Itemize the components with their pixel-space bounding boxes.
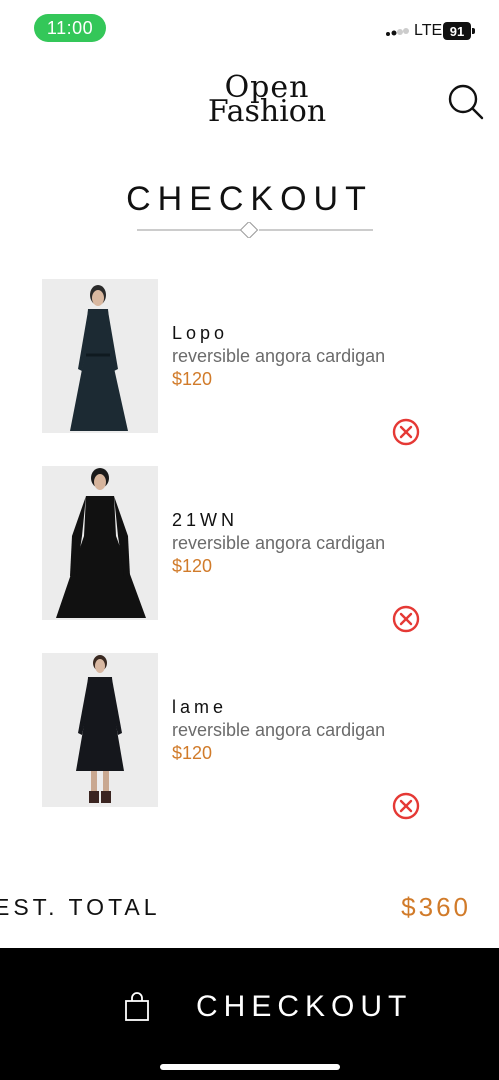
product-image[interactable]: [42, 466, 158, 620]
remove-item-icon[interactable]: [392, 792, 420, 820]
remove-item-icon[interactable]: [392, 418, 420, 446]
cart-item[interactable]: 21WN reversible angora cardigan $120: [42, 466, 442, 633]
total-label: EST. TOTAL: [0, 894, 161, 920]
item-price: $120: [172, 369, 213, 389]
search-icon[interactable]: [446, 82, 484, 120]
signal-icon: [386, 28, 409, 36]
item-brand: Lopo: [172, 323, 229, 343]
item-brand: 21WN: [172, 510, 239, 530]
item-description: reversible angora cardigan: [172, 720, 386, 740]
total-value: $360: [401, 892, 471, 922]
title-divider: [137, 222, 373, 238]
logo-line-2: Fashion: [207, 94, 327, 129]
home-indicator[interactable]: [160, 1064, 340, 1070]
shopping-bag-icon: [125, 992, 149, 1021]
cart-item[interactable]: lame reversible angora cardigan $120: [42, 653, 442, 820]
item-description: reversible angora cardigan: [172, 533, 386, 553]
item-price: $120: [172, 556, 213, 576]
status-bar: 11:00 LTE 91: [0, 0, 499, 56]
cart-item[interactable]: Lopo reversible angora cardigan $120: [42, 279, 442, 446]
status-time: 11:00: [34, 14, 106, 42]
product-image[interactable]: [42, 653, 158, 807]
item-brand: lame: [172, 697, 228, 717]
page-title: CHECKOUT: [126, 180, 373, 218]
network-label: LTE: [414, 22, 443, 39]
battery-icon: 91: [443, 22, 471, 40]
battery-cap: [472, 28, 475, 34]
item-price: $120: [172, 743, 213, 763]
brand-logo[interactable]: Open Fashion: [200, 73, 334, 132]
remove-item-icon[interactable]: [392, 605, 420, 633]
item-description: reversible angora cardigan: [172, 346, 386, 366]
checkout-label[interactable]: CHECKOUT: [196, 990, 412, 1024]
product-image[interactable]: [42, 279, 158, 433]
